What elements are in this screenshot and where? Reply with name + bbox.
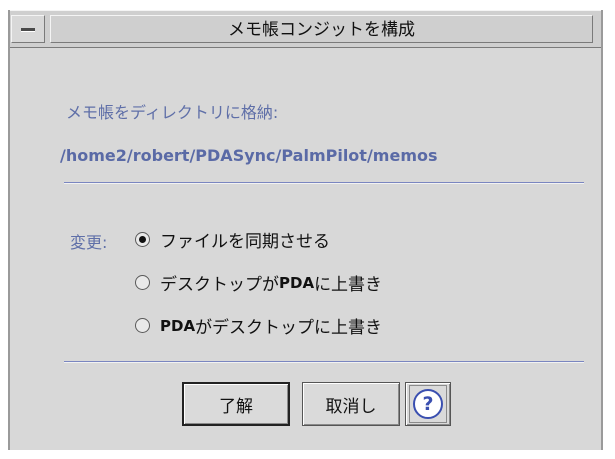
radio-unchecked-icon[interactable] bbox=[135, 275, 150, 290]
divider-bottom bbox=[64, 361, 584, 363]
change-label: 変更: bbox=[70, 233, 108, 252]
radio-sync-files[interactable]: ファイルを同期させる bbox=[135, 227, 330, 252]
title-bar: メモ帳コンジットを構成 bbox=[10, 10, 601, 48]
radio-pda-overwrites-desktop-bold: PDA bbox=[160, 316, 196, 335]
radio-desktop-overwrites-pda[interactable]: デスクトップが PDA に上書き bbox=[135, 270, 382, 295]
window-title: メモ帳コンジットを構成 bbox=[50, 15, 593, 43]
radio-checked-icon[interactable] bbox=[135, 232, 150, 247]
store-directory-path: /home2/robert/PDASync/PalmPilot/memos bbox=[60, 146, 438, 165]
store-directory-label: メモ帳をディレクトリに格納: bbox=[66, 103, 279, 122]
radio-desktop-overwrites-pda-post: に上書き bbox=[314, 275, 383, 295]
radio-pda-overwrites-desktop-post: がデスクトップに上書き bbox=[195, 318, 383, 338]
radio-sync-files-label: ファイルを同期させる bbox=[160, 232, 330, 252]
help-frame: ? bbox=[409, 385, 447, 423]
help-button[interactable]: ? bbox=[405, 382, 451, 426]
help-icon: ? bbox=[413, 389, 443, 419]
window-menu-icon bbox=[21, 28, 35, 31]
cancel-button[interactable]: 取消し bbox=[302, 382, 400, 426]
radio-desktop-overwrites-pda-pre: デスクトップが bbox=[160, 275, 279, 295]
window-menu-button[interactable] bbox=[11, 15, 45, 43]
dialog-window: メモ帳コンジットを構成 メモ帳をディレクトリに格納: /home2/robert… bbox=[8, 10, 603, 450]
radio-unchecked-icon[interactable] bbox=[135, 318, 150, 333]
radio-desktop-overwrites-pda-bold: PDA bbox=[279, 273, 315, 292]
divider-top bbox=[64, 182, 584, 184]
radio-pda-overwrites-desktop[interactable]: PDA がデスクトップに上書き bbox=[135, 313, 382, 338]
ok-button[interactable]: 了解 bbox=[182, 382, 290, 426]
